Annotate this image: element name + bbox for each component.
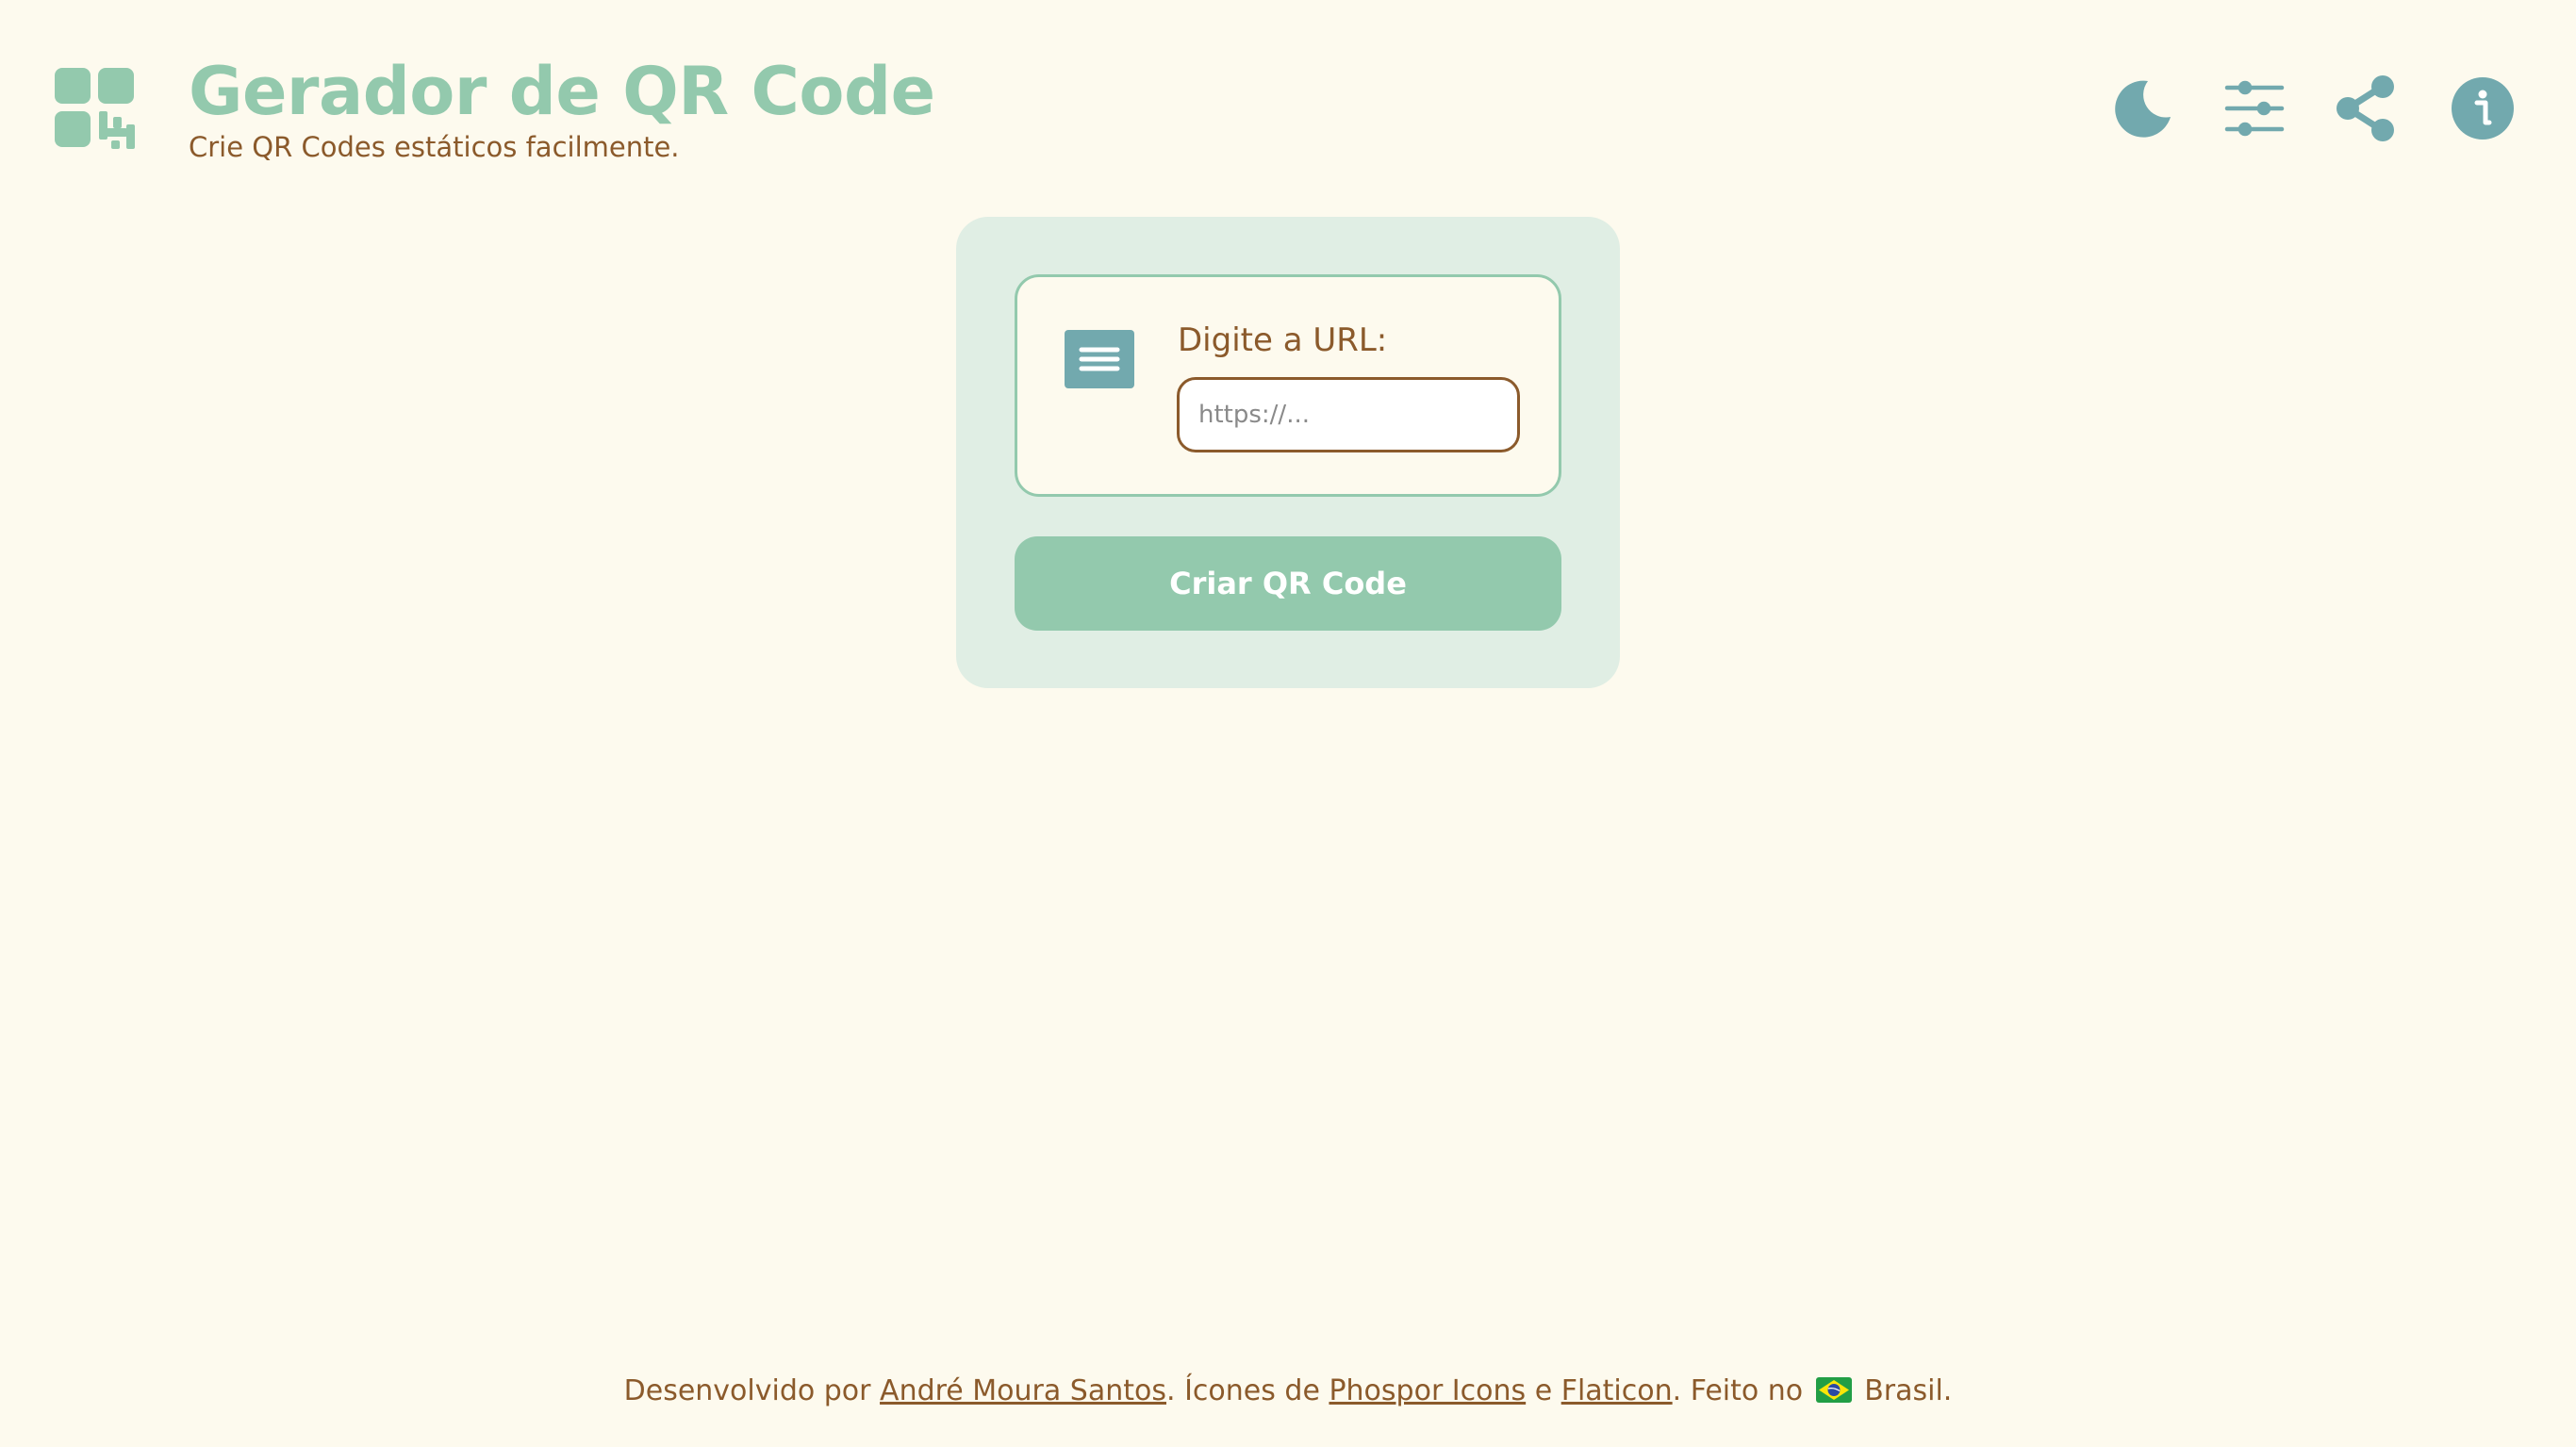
page-subtitle: Crie QR Codes estáticos facilmente. <box>189 131 680 163</box>
page-title: Gerador de QR Code <box>189 53 935 130</box>
url-label: Digite a URL: <box>1178 321 1388 359</box>
share-icon <box>2337 75 2394 141</box>
footer-prefix: Desenvolvido por <box>623 1374 881 1407</box>
footer-and: e <box>1526 1374 1561 1407</box>
theme-toggle-button[interactable] <box>2106 72 2180 145</box>
footer-icons-text: . Ícones de <box>1166 1374 1329 1407</box>
flaticon-link[interactable]: Flaticon <box>1561 1374 1673 1407</box>
footer: Desenvolvido por André Moura Santos. Íco… <box>0 1371 2576 1412</box>
share-button[interactable] <box>2329 72 2403 145</box>
settings-button[interactable] <box>2218 72 2291 145</box>
url-input[interactable] <box>1177 377 1520 452</box>
qr-form-card: Digite a URL: Criar QR Code <box>956 217 1620 688</box>
info-button[interactable] <box>2446 72 2519 145</box>
text-lines-icon[interactable] <box>1065 330 1134 388</box>
moon-icon <box>2115 80 2171 138</box>
author-link[interactable]: André Moura Santos <box>880 1374 1166 1407</box>
create-qr-code-button[interactable]: Criar QR Code <box>1015 536 1561 631</box>
footer-country: Brasil. <box>1855 1374 1953 1407</box>
phosphor-icons-link[interactable]: Phospor Icons <box>1329 1374 1526 1407</box>
footer-made-in: . Feito no <box>1672 1374 1812 1407</box>
url-input-group: Digite a URL: <box>1015 274 1561 497</box>
qr-code-icon <box>55 68 136 149</box>
sliders-icon <box>2224 80 2285 137</box>
brazil-flag-icon <box>1815 1377 1852 1403</box>
info-icon <box>2452 77 2514 140</box>
